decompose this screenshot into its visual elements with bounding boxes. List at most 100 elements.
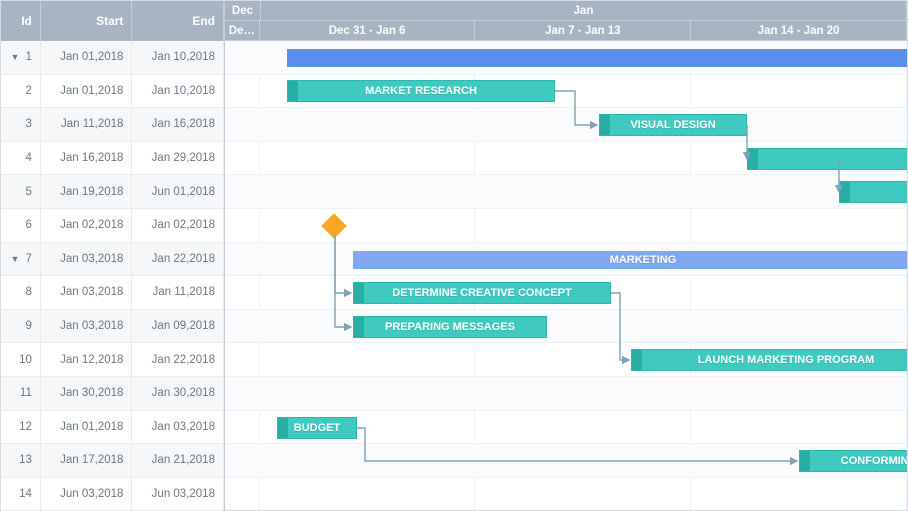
- task-label-budget: BUDGET: [288, 422, 346, 434]
- table-row[interactable]: 10 Jan 12,2018Jan 22,2018: [1, 343, 224, 377]
- table-row[interactable]: 2 Jan 01,2018Jan 10,2018: [1, 75, 224, 109]
- cell-id-text: 3: [25, 118, 31, 130]
- timeline-week-cell: Dec 31 - Jan 6: [260, 21, 476, 40]
- cell-start: Jan 11,2018: [41, 108, 133, 141]
- cell-end: Jan 03,2018: [132, 411, 224, 444]
- timeline-month-cell: Dec: [225, 1, 261, 20]
- timeline-week-cell: De…: [225, 21, 260, 40]
- table-row[interactable]: ▼7Jan 03,2018Jan 22,2018: [1, 243, 224, 277]
- col-header-start[interactable]: Start: [41, 1, 133, 41]
- cell-id: ▼1: [1, 41, 41, 74]
- expand-caret-icon[interactable]: ▼: [11, 254, 20, 264]
- cell-start: Jan 01,2018: [41, 411, 133, 444]
- task-bar-market-research[interactable]: MARKET RESEARCH: [287, 80, 555, 102]
- cell-end: Jan 02,2018: [132, 209, 224, 242]
- task-label-launch-marketing-program: LAUNCH MARKETING PROGRAM: [692, 354, 881, 366]
- cell-id: 8: [1, 276, 41, 309]
- summary-bar-marketing[interactable]: MARKETING: [353, 251, 907, 269]
- table-row[interactable]: 3Jan 11,2018Jan 16,2018: [1, 108, 224, 142]
- timeline[interactable]: DecJan De…Dec 31 - Jan 6Jan 7 - Jan 13Ja…: [225, 1, 907, 510]
- cell-id-text: 4: [25, 152, 31, 164]
- timeline-week-cell: Jan 14 - Jan 20: [691, 21, 907, 40]
- table-row[interactable]: 6 Jan 02,2018Jan 02,2018: [1, 209, 224, 243]
- cell-id-text: 11: [20, 387, 32, 399]
- table-row[interactable]: 4 Jan 16,2018Jan 29,2018: [1, 142, 224, 176]
- task-bar-5[interactable]: [839, 181, 907, 203]
- cell-id-text: 10: [19, 354, 32, 366]
- table-row[interactable]: 14 Jun 03,2018Jun 03,2018: [1, 478, 224, 511]
- cell-start: Jun 03,2018: [41, 478, 133, 511]
- cell-start: Jan 01,2018: [41, 41, 133, 74]
- table-row[interactable]: 8Jan 03,2018Jan 11,2018: [1, 276, 224, 310]
- cell-id-text: 9: [25, 320, 31, 332]
- table-header: Id Start End: [1, 1, 224, 41]
- cell-end: Jan 10,2018: [132, 41, 224, 74]
- cell-end: Jun 01,2018: [132, 175, 224, 208]
- cell-id: 10: [1, 343, 41, 376]
- task-label-market-research: MARKET RESEARCH: [359, 85, 483, 97]
- cell-id: 14: [1, 478, 41, 511]
- timeline-header: DecJan De…Dec 31 - Jan 6Jan 7 - Jan 13Ja…: [225, 1, 907, 41]
- task-bar-4[interactable]: [747, 148, 907, 170]
- cell-id: 12: [1, 411, 41, 444]
- task-label-determine-creative-concept: DETERMINE CREATIVE CONCEPT: [386, 287, 577, 299]
- task-bar-launch-marketing-program[interactable]: LAUNCH MARKETING PROGRAM: [631, 349, 907, 371]
- task-label-preparing-messages: PREPARING MESSAGES: [379, 321, 521, 333]
- cell-start: Jan 03,2018: [41, 310, 133, 343]
- cell-id: 6: [1, 209, 41, 242]
- cell-end: Jan 11,2018: [132, 276, 224, 309]
- table-row[interactable]: 11 Jan 30,2018Jan 30,2018: [1, 377, 224, 411]
- task-label-visual-design: VISUAL DESIGN: [624, 119, 721, 131]
- task-bar-visual-design[interactable]: VISUAL DESIGN: [599, 114, 747, 136]
- cell-start: Jan 02,2018: [41, 209, 133, 242]
- summary-bar-1[interactable]: [287, 49, 907, 67]
- cell-id-text: 5: [25, 186, 31, 198]
- table-row[interactable]: 12Jan 01,2018Jan 03,2018: [1, 411, 224, 445]
- table-row[interactable]: ▼1Jan 01,2018Jan 10,2018: [1, 41, 224, 75]
- timeline-week-cell: Jan 7 - Jan 13: [475, 21, 691, 40]
- cell-end: Jan 09,2018: [132, 310, 224, 343]
- cell-id: 5: [1, 175, 41, 208]
- cell-end: Jan 10,2018: [132, 75, 224, 108]
- cell-id: 2: [1, 75, 41, 108]
- cell-end: Jan 29,2018: [132, 142, 224, 175]
- cell-id: ▼7: [1, 243, 41, 276]
- summary-label-marketing: MARKETING: [604, 254, 683, 266]
- cell-id: 13: [1, 444, 41, 477]
- cell-end: Jan 30,2018: [132, 377, 224, 410]
- table-row[interactable]: 9 Jan 03,2018Jan 09,2018: [1, 310, 224, 344]
- col-header-end[interactable]: End: [132, 1, 224, 41]
- cell-end: Jun 03,2018: [132, 478, 224, 511]
- task-bar-budget[interactable]: BUDGET: [277, 417, 357, 439]
- gantt-chart: Id Start End ▼1Jan 01,2018Jan 10,20182Ja…: [0, 0, 908, 511]
- cell-id: 3: [1, 108, 41, 141]
- cell-start: Jan 12,2018: [41, 343, 133, 376]
- cell-end: Jan 22,2018: [132, 243, 224, 276]
- cell-id-text: 14: [19, 488, 32, 500]
- task-bar-preparing-messages[interactable]: PREPARING MESSAGES: [353, 316, 547, 338]
- table-row[interactable]: 5 Jan 19,2018Jun 01,2018: [1, 175, 224, 209]
- cell-start: Jan 01,2018: [41, 75, 133, 108]
- task-bar-conforming[interactable]: CONFORMING: [799, 450, 907, 472]
- timeline-weeks-row: De…Dec 31 - Jan 6Jan 7 - Jan 13Jan 14 - …: [225, 21, 907, 41]
- task-table: Id Start End ▼1Jan 01,2018Jan 10,20182Ja…: [1, 1, 225, 510]
- cell-start: Jan 17,2018: [41, 444, 133, 477]
- timeline-months-row: DecJan: [225, 1, 907, 21]
- cell-id: 4: [1, 142, 41, 175]
- cell-id-text: 7: [25, 253, 31, 265]
- cell-start: Jan 03,2018: [41, 276, 133, 309]
- milestone-6[interactable]: [321, 213, 346, 238]
- cell-start: Jan 16,2018: [41, 142, 133, 175]
- expand-caret-icon[interactable]: ▼: [11, 52, 20, 62]
- col-header-id[interactable]: Id: [1, 1, 41, 41]
- cell-id-text: 2: [25, 85, 31, 97]
- cell-start: Jan 19,2018: [41, 175, 133, 208]
- bars-layer: MARKET RESEARCH VISUAL DESIGN MARKETING: [225, 41, 907, 510]
- table-row[interactable]: 13Jan 17,2018Jan 21,2018: [1, 444, 224, 478]
- cell-id: 9: [1, 310, 41, 343]
- cell-id-text: 13: [19, 454, 32, 466]
- cell-start: Jan 30,2018: [41, 377, 133, 410]
- cell-end: Jan 22,2018: [132, 343, 224, 376]
- cell-id-text: 6: [25, 219, 31, 231]
- task-bar-determine-creative-concept[interactable]: DETERMINE CREATIVE CONCEPT: [353, 282, 611, 304]
